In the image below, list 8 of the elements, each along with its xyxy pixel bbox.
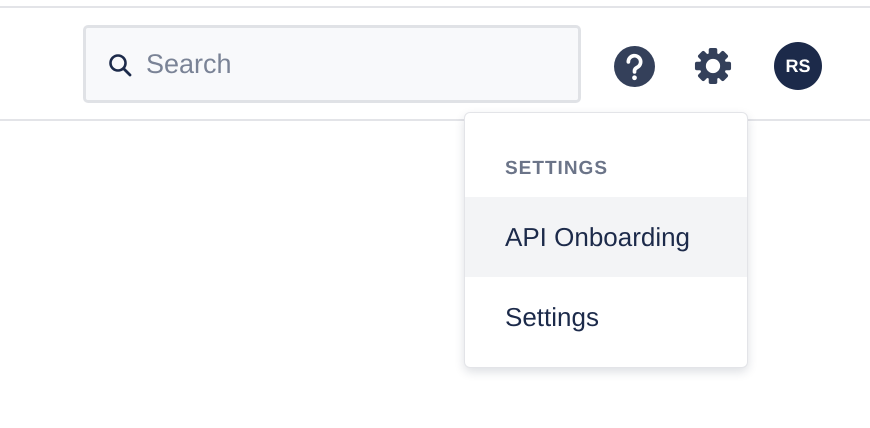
avatar[interactable]: RS — [774, 42, 822, 90]
menu-item[interactable]: Settings — [465, 277, 747, 357]
search-field[interactable]: Search — [83, 25, 581, 103]
help-icon[interactable] — [614, 46, 655, 87]
menu-heading: SETTINGS — [504, 157, 610, 181]
search-icon — [108, 53, 132, 77]
settings-icon[interactable] — [694, 46, 732, 86]
menu-item[interactable]: API Onboarding — [465, 197, 747, 277]
